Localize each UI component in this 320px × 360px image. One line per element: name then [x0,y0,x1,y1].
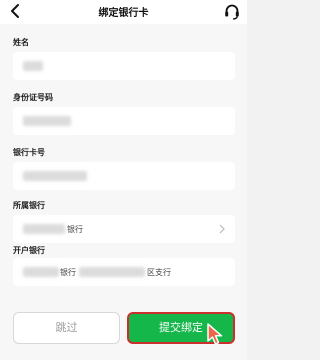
card-number-field[interactable] [13,162,235,190]
page-title: 绑定银行卡 [98,8,149,19]
branch-suffix-text: 区支行 [147,268,171,277]
branch-label: 开户银行 [13,246,45,255]
mouse-cursor-icon [207,323,223,345]
bind-card-form: 姓名 身份证号码 银行卡号 所属银行 银行 开户银行 银行 区支行 [0,24,247,360]
bank-select[interactable]: 银行 [13,215,235,243]
top-bar: 绑定银行卡 [0,0,247,24]
branch-bank-text: 银行 [60,268,76,277]
id-number-label: 身份证号码 [13,93,53,102]
name-field[interactable] [13,52,235,80]
card-number-label: 银行卡号 [13,148,45,157]
name-value-masked [23,61,43,71]
bank-label: 所属银行 [13,201,45,210]
id-number-field[interactable] [13,107,235,135]
bank-value-masked [23,224,65,234]
branch-name-masked [79,267,145,277]
branch-field[interactable]: 银行 区支行 [13,258,235,286]
headset-icon[interactable] [224,3,240,20]
id-number-value-masked [23,116,71,126]
card-number-value-masked [23,171,87,181]
bank-value: 银行 [67,225,83,234]
chevron-right-icon [219,224,225,234]
branch-bank-masked [23,267,59,277]
name-label: 姓名 [13,38,29,47]
skip-button[interactable]: 跳过 [13,312,120,344]
